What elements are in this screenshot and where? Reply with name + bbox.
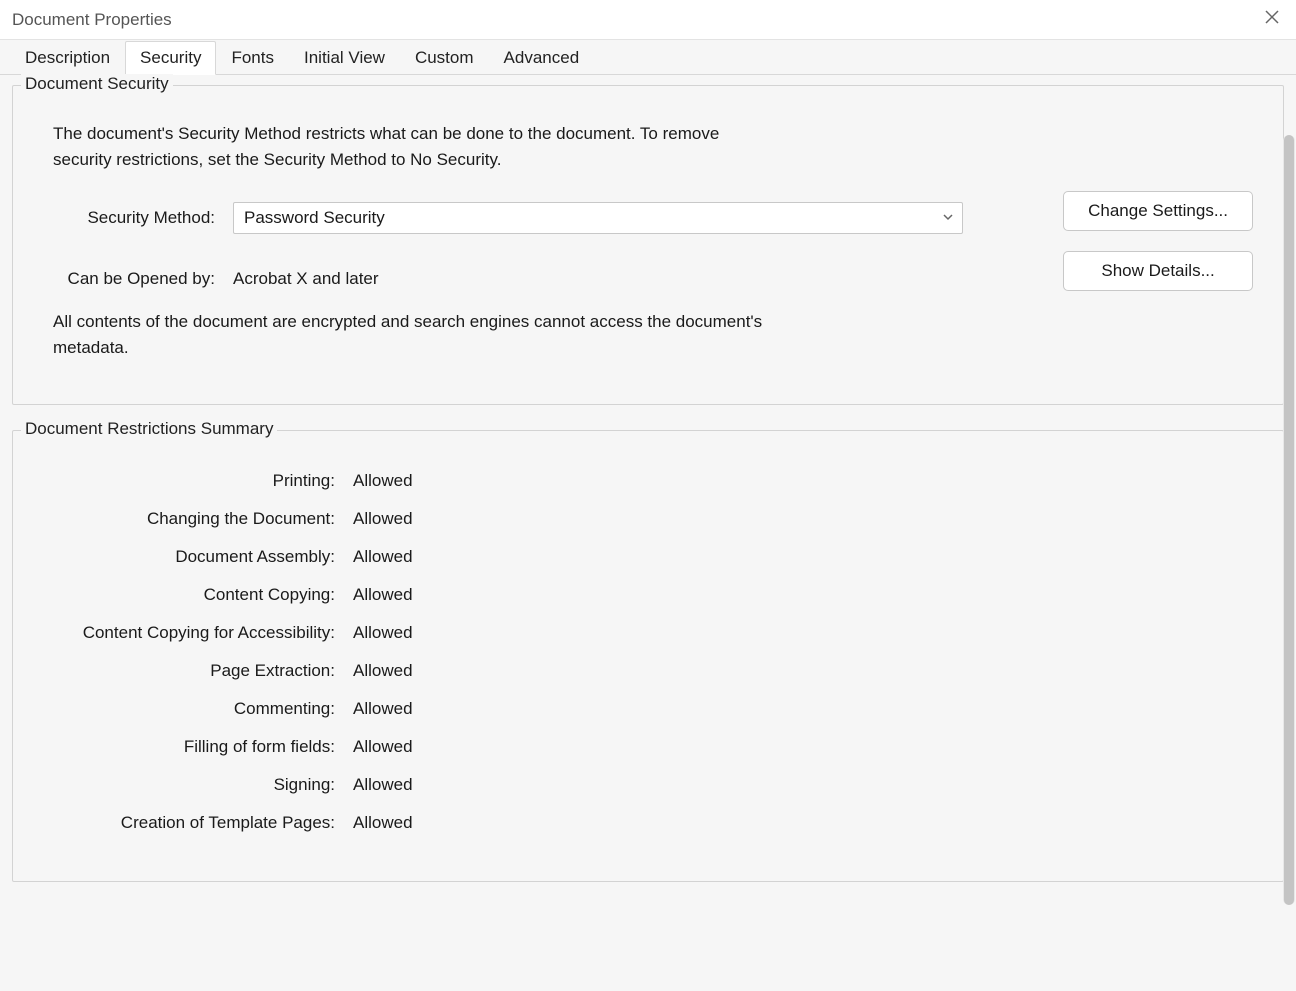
restriction-label: Signing:	[53, 775, 353, 795]
opened-by-label: Can be Opened by:	[53, 269, 233, 289]
restriction-label: Content Copying for Accessibility:	[53, 623, 353, 643]
restriction-label: Changing the Document:	[53, 509, 353, 529]
restriction-value: Allowed	[353, 813, 413, 833]
close-button[interactable]	[1258, 6, 1286, 34]
restriction-value: Allowed	[353, 471, 413, 491]
restrictions-list: Printing: Allowed Changing the Document:…	[53, 461, 1253, 833]
restriction-label: Page Extraction:	[53, 661, 353, 681]
restriction-label: Filling of form fields:	[53, 737, 353, 757]
restriction-row: Page Extraction: Allowed	[53, 661, 1253, 681]
group-legend: Document Restrictions Summary	[21, 419, 277, 439]
group-legend: Document Security	[21, 74, 173, 94]
restriction-label: Creation of Template Pages:	[53, 813, 353, 833]
tab-security[interactable]: Security	[125, 41, 216, 75]
scrollbar-thumb[interactable]	[1284, 135, 1294, 905]
show-details-button[interactable]: Show Details...	[1063, 251, 1253, 291]
opened-by-value: Acrobat X and later	[233, 269, 379, 289]
restriction-row: Document Assembly: Allowed	[53, 547, 1253, 567]
restriction-row: Commenting: Allowed	[53, 699, 1253, 719]
restriction-value: Allowed	[353, 623, 413, 643]
security-method-row: Security Method: Password Security	[53, 202, 1073, 234]
tab-description[interactable]: Description	[10, 41, 125, 74]
security-buttons-column: Change Settings... Show Details...	[1063, 191, 1253, 291]
restriction-row: Changing the Document: Allowed	[53, 509, 1253, 529]
titlebar: Document Properties	[0, 0, 1296, 39]
restriction-label: Printing:	[53, 471, 353, 491]
encryption-note: All contents of the document are encrypt…	[53, 309, 793, 360]
chevron-down-icon	[942, 208, 954, 228]
tab-fonts[interactable]: Fonts	[216, 41, 289, 74]
tab-initial-view[interactable]: Initial View	[289, 41, 400, 74]
security-intro-text: The document's Security Method restricts…	[53, 121, 753, 172]
restriction-value: Allowed	[353, 509, 413, 529]
restriction-value: Allowed	[353, 547, 413, 567]
opened-by-row: Can be Opened by: Acrobat X and later	[53, 269, 1073, 289]
restriction-label: Commenting:	[53, 699, 353, 719]
restriction-value: Allowed	[353, 775, 413, 795]
restriction-value: Allowed	[353, 585, 413, 605]
restriction-label: Document Assembly:	[53, 547, 353, 567]
close-icon	[1264, 9, 1280, 30]
restriction-row: Filling of form fields: Allowed	[53, 737, 1253, 757]
security-method-dropdown[interactable]: Password Security	[233, 202, 963, 234]
tab-advanced[interactable]: Advanced	[489, 41, 595, 74]
restriction-row: Content Copying: Allowed	[53, 585, 1253, 605]
security-method-label: Security Method:	[53, 208, 233, 228]
restriction-label: Content Copying:	[53, 585, 353, 605]
scrollbar[interactable]	[1283, 135, 1295, 905]
tab-content: Document Security The document's Securit…	[0, 75, 1296, 991]
restriction-value: Allowed	[353, 699, 413, 719]
restriction-row: Printing: Allowed	[53, 471, 1253, 491]
restriction-value: Allowed	[353, 661, 413, 681]
document-restrictions-group: Document Restrictions Summary Printing: …	[12, 430, 1284, 882]
change-settings-button[interactable]: Change Settings...	[1063, 191, 1253, 231]
tabs-bar: Description Security Fonts Initial View …	[0, 39, 1296, 75]
restriction-row: Signing: Allowed	[53, 775, 1253, 795]
tab-custom[interactable]: Custom	[400, 41, 489, 74]
security-method-value: Password Security	[244, 208, 385, 228]
restriction-value: Allowed	[353, 737, 413, 757]
restriction-row: Creation of Template Pages: Allowed	[53, 813, 1253, 833]
document-security-group: Document Security The document's Securit…	[12, 85, 1284, 405]
window-title: Document Properties	[12, 10, 172, 30]
restriction-row: Content Copying for Accessibility: Allow…	[53, 623, 1253, 643]
